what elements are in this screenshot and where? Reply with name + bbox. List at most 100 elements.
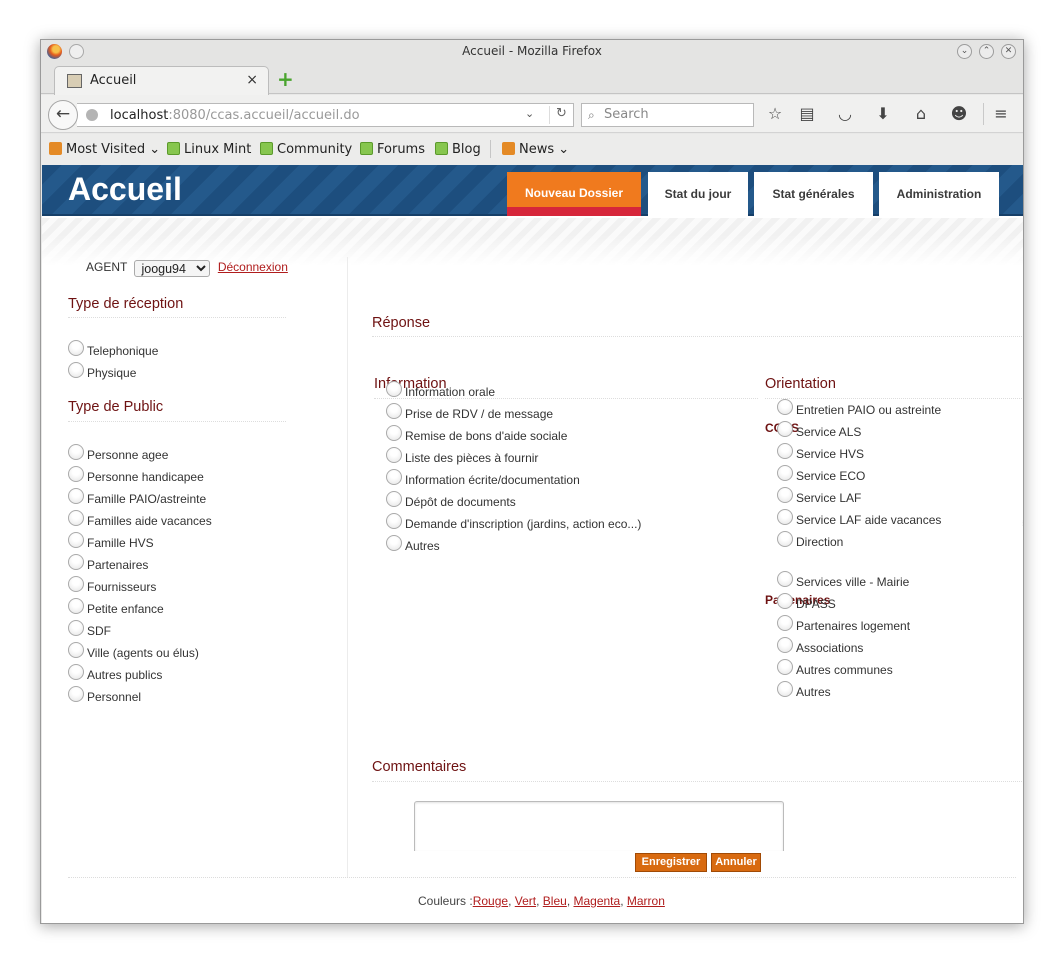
bookmark-community[interactable]: Community: [260, 142, 352, 157]
bookmark-blog[interactable]: Blog: [435, 142, 481, 157]
radio-label: Remise de bons d'aide sociale: [405, 429, 568, 443]
home-icon[interactable]: ⌂: [910, 104, 932, 126]
radio-label: Autres: [796, 685, 831, 699]
save-button[interactable]: Enregistrer: [635, 853, 707, 872]
tab-stat-du-jour[interactable]: Stat du jour: [648, 172, 748, 216]
radio-button[interactable]: [386, 469, 402, 485]
radio-label: Partenaires: [87, 558, 149, 572]
radio-button[interactable]: [777, 487, 793, 503]
radio-button[interactable]: [68, 686, 84, 702]
radio-label: Service ALS: [796, 425, 862, 439]
radio-label: Autres: [405, 539, 440, 553]
radio-button[interactable]: [68, 554, 84, 570]
radio-button[interactable]: [68, 444, 84, 460]
radio-label: Demande d'inscription (jardins, action e…: [405, 517, 642, 531]
radio-button[interactable]: [777, 421, 793, 437]
chat-icon[interactable]: ☻: [948, 104, 970, 126]
maximize-button[interactable]: ⌃: [979, 44, 994, 59]
url-path: :8080/ccas.accueil/accueil.do: [168, 108, 360, 123]
radio-button[interactable]: [777, 531, 793, 547]
radio-button[interactable]: [777, 443, 793, 459]
radio-button[interactable]: [386, 491, 402, 507]
radio-button[interactable]: [777, 571, 793, 587]
agent-select[interactable]: joogu94: [134, 260, 211, 277]
minimize-button[interactable]: ⌄: [957, 44, 972, 59]
radio-button[interactable]: [777, 615, 793, 631]
orientation-title: Orientation: [765, 376, 836, 392]
radio-label: Service LAF: [796, 491, 862, 505]
radio-button[interactable]: [777, 681, 793, 697]
radio-button[interactable]: [68, 466, 84, 482]
public-title: Type de Public: [68, 399, 164, 415]
section-divider: [765, 398, 1023, 399]
radio-button[interactable]: [68, 532, 84, 548]
download-icon[interactable]: ⬇: [872, 104, 894, 126]
radio-button[interactable]: [68, 664, 84, 680]
radio-button[interactable]: [777, 465, 793, 481]
radio-button[interactable]: [386, 381, 402, 397]
radio-button[interactable]: [68, 362, 84, 378]
radio-button[interactable]: [68, 510, 84, 526]
pocket-icon[interactable]: ◡: [834, 104, 856, 126]
agent-line: AGENT joogu94 Déconnexion: [86, 260, 288, 277]
url-bar[interactable]: localhost:8080/ccas.accueil/accueil.do ⌄…: [77, 103, 574, 127]
radio-button[interactable]: [777, 399, 793, 415]
url-history-dropdown-icon[interactable]: ⌄: [525, 107, 534, 120]
reading-list-icon[interactable]: ▤: [796, 104, 818, 126]
color-link-rouge[interactable]: Rouge: [473, 894, 508, 908]
search-input[interactable]: [604, 107, 744, 122]
logout-link[interactable]: Déconnexion: [218, 260, 288, 274]
radio-label: Direction: [796, 535, 844, 549]
new-tab-icon[interactable]: +: [277, 67, 294, 91]
radio-button[interactable]: [386, 535, 402, 551]
color-link-magenta[interactable]: Magenta: [573, 894, 620, 908]
radio-button[interactable]: [777, 509, 793, 525]
color-link-bleu[interactable]: Bleu: [543, 894, 567, 908]
footer: Couleurs :Rouge, Vert, Bleu, Magenta, Ma…: [418, 894, 665, 908]
radio-button[interactable]: [777, 659, 793, 675]
cancel-button[interactable]: Annuler: [711, 853, 761, 872]
sidebar-divider: [347, 257, 348, 877]
radio-button[interactable]: [68, 598, 84, 614]
scroll-grip[interactable]: ⁞: [1022, 519, 1023, 528]
radio-label: Ville (agents ou élus): [87, 646, 199, 660]
radio-button[interactable]: [386, 513, 402, 529]
radio-button[interactable]: [68, 576, 84, 592]
radio-button[interactable]: [68, 488, 84, 504]
rss-icon: [502, 142, 515, 155]
bookmark-news[interactable]: News ⌄: [502, 142, 569, 157]
radio-button[interactable]: [68, 340, 84, 356]
mint-icon: [360, 142, 373, 155]
close-window-button[interactable]: ✕: [1001, 44, 1016, 59]
radio-label: Prise de RDV / de message: [405, 407, 554, 421]
menu-icon[interactable]: ≡: [990, 104, 1012, 126]
back-button[interactable]: ←: [48, 100, 78, 130]
close-tab-icon[interactable]: ×: [246, 72, 258, 88]
radio-button[interactable]: [68, 642, 84, 658]
reload-icon[interactable]: ↻: [549, 106, 573, 124]
star-icon[interactable]: ☆: [764, 104, 786, 126]
radio-button[interactable]: [777, 637, 793, 653]
search-box[interactable]: ⌕: [581, 103, 754, 127]
radio-button[interactable]: [777, 593, 793, 609]
radio-button[interactable]: [68, 620, 84, 636]
radio-label: Personne agee: [87, 448, 169, 462]
site-identity-icon[interactable]: [86, 109, 98, 121]
color-link-marron[interactable]: Marron: [627, 894, 665, 908]
bookmark-linux-mint[interactable]: Linux Mint: [167, 142, 251, 157]
color-link-vert[interactable]: Vert: [515, 894, 536, 908]
radio-button[interactable]: [386, 447, 402, 463]
comments-textarea[interactable]: [414, 801, 784, 851]
tab-stat-generales[interactable]: Stat générales: [754, 172, 873, 216]
radio-button[interactable]: [386, 403, 402, 419]
page-content: Accueil Nouveau Dossier Stat du jour Sta…: [42, 165, 1023, 923]
mint-icon: [435, 142, 448, 155]
bookmark-forums[interactable]: Forums: [360, 142, 425, 157]
section-divider: [68, 421, 286, 422]
radio-button[interactable]: [386, 425, 402, 441]
bookmark-most-visited[interactable]: Most Visited ⌄: [49, 142, 160, 157]
tab-nouveau-dossier[interactable]: Nouveau Dossier: [507, 172, 641, 216]
url-text[interactable]: localhost:8080/ccas.accueil/accueil.do: [110, 108, 360, 123]
tab-accueil[interactable]: Accueil ×: [54, 66, 269, 95]
tab-administration[interactable]: Administration: [879, 172, 999, 216]
